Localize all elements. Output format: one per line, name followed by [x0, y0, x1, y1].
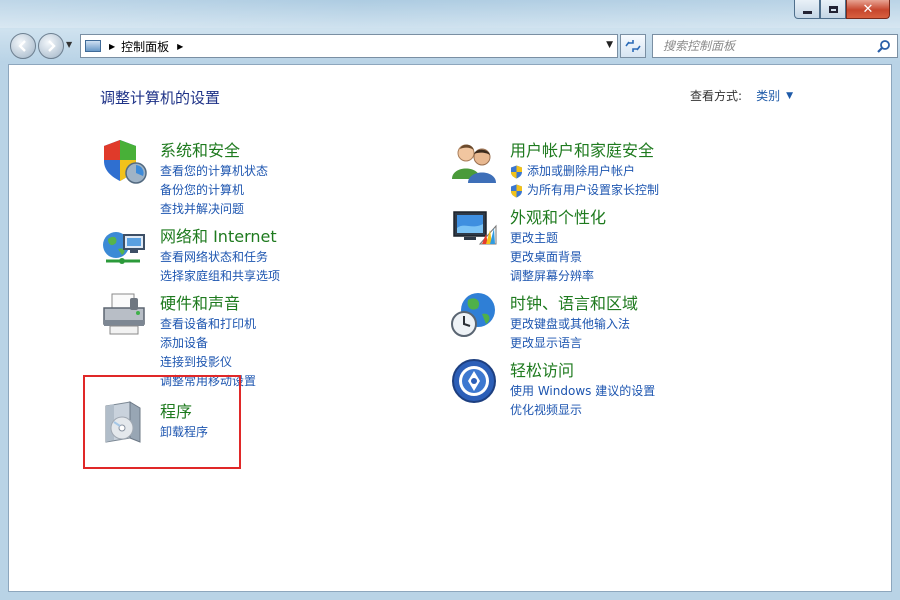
link-change-display-language[interactable]: 更改显示语言	[510, 334, 630, 353]
clock-globe-icon[interactable]	[450, 290, 498, 338]
breadcrumb-separator-icon[interactable]: ▶	[109, 42, 115, 51]
control-panel-icon	[85, 40, 101, 52]
category-heading-clock-language[interactable]: 时钟、语言和区域	[510, 290, 638, 314]
refresh-button[interactable]	[620, 34, 646, 58]
category-heading-ease-of-access[interactable]: 轻松访问	[510, 357, 574, 381]
uac-shield-icon	[511, 184, 522, 197]
back-arrow-icon	[18, 40, 26, 52]
link-recommended-settings[interactable]: 使用 Windows 建议的设置	[510, 382, 655, 401]
breadcrumb-control-panel[interactable]: 控制面板	[121, 38, 169, 55]
category-heading-network[interactable]: 网络和 Internet	[160, 223, 277, 247]
link-add-device[interactable]: 添加设备	[160, 334, 256, 353]
title-bar	[0, 0, 900, 28]
recent-pages-dropdown[interactable]: ▼	[66, 40, 76, 50]
link-add-remove-accounts-label: 添加或删除用户帐户	[527, 164, 636, 178]
category-heading-system-security[interactable]: 系统和安全	[160, 137, 240, 161]
link-connect-projector[interactable]: 连接到投影仪	[160, 353, 256, 372]
link-adjust-resolution[interactable]: 调整屏幕分辨率	[510, 267, 594, 286]
breadcrumb-chevron-icon[interactable]: ▶	[177, 42, 183, 51]
link-homegroup-sharing[interactable]: 选择家庭组和共享选项	[160, 267, 280, 286]
page-title: 调整计算机的设置	[100, 89, 221, 107]
link-change-keyboard-input[interactable]: 更改键盘或其他输入法	[510, 315, 630, 334]
link-parental-controls[interactable]: 为所有用户设置家长控制	[510, 181, 659, 200]
category-heading-user-accounts[interactable]: 用户帐户和家庭安全	[510, 137, 654, 161]
link-change-desktop-background[interactable]: 更改桌面背景	[510, 248, 594, 267]
uac-shield-icon	[511, 165, 522, 178]
forward-button[interactable]	[38, 33, 64, 59]
link-backup-computer[interactable]: 备份您的计算机	[160, 181, 268, 200]
view-by: 查看方式: 类别 ▼	[690, 87, 793, 104]
close-icon: ✕	[862, 1, 874, 17]
maximize-button[interactable]	[820, 0, 846, 19]
link-add-remove-accounts[interactable]: 添加或删除用户帐户	[510, 162, 659, 181]
refresh-icon	[625, 40, 641, 52]
search-icon[interactable]	[877, 39, 891, 53]
close-button[interactable]: ✕	[846, 0, 890, 19]
address-dropdown-icon[interactable]: ▼	[606, 40, 613, 50]
minimize-icon	[802, 10, 812, 14]
link-change-theme[interactable]: 更改主题	[510, 229, 594, 248]
minimize-button[interactable]	[794, 0, 820, 19]
red-highlight-box	[83, 375, 241, 469]
forward-arrow-icon	[48, 40, 56, 52]
search-box[interactable]	[652, 34, 898, 58]
link-optimize-visual-display[interactable]: 优化视频显示	[510, 401, 655, 420]
search-input[interactable]	[661, 38, 875, 54]
users-icon[interactable]	[450, 137, 498, 185]
chevron-down-icon[interactable]: ▼	[786, 91, 793, 101]
back-button[interactable]	[10, 33, 36, 59]
network-globe-icon[interactable]	[100, 223, 148, 271]
maximize-icon	[828, 5, 838, 13]
category-heading-appearance[interactable]: 外观和个性化	[510, 204, 606, 228]
link-view-network-status[interactable]: 查看网络状态和任务	[160, 248, 280, 267]
view-by-dropdown[interactable]: 类别	[756, 87, 780, 104]
ease-of-access-icon[interactable]	[450, 357, 498, 405]
navigation-bar: ▼ ▶ 控制面板 ▶ ▼	[8, 30, 898, 62]
category-heading-hardware[interactable]: 硬件和声音	[160, 290, 240, 314]
printer-icon[interactable]	[100, 290, 148, 338]
window-controls: ✕	[794, 0, 890, 20]
shield-icon[interactable]	[100, 137, 148, 185]
window-frame: ✕ ▼ ▶ 控制面板 ▶ ▼ 搜索控制面板 调整计算机的设置 查看方式: 类别 …	[0, 0, 900, 600]
view-by-label: 查看方式:	[690, 89, 743, 103]
address-bar[interactable]: ▶ 控制面板 ▶ ▼	[80, 34, 618, 58]
content-area: 调整计算机的设置 查看方式: 类别 ▼ 系统和安全 查看您的计算机状态 备份您的…	[8, 64, 892, 592]
link-view-computer-status[interactable]: 查看您的计算机状态	[160, 162, 268, 181]
link-find-fix-problems[interactable]: 查找并解决问题	[160, 200, 268, 219]
link-devices-printers[interactable]: 查看设备和打印机	[160, 315, 256, 334]
appearance-icon[interactable]	[450, 204, 498, 252]
link-parental-controls-label: 为所有用户设置家长控制	[527, 183, 660, 197]
